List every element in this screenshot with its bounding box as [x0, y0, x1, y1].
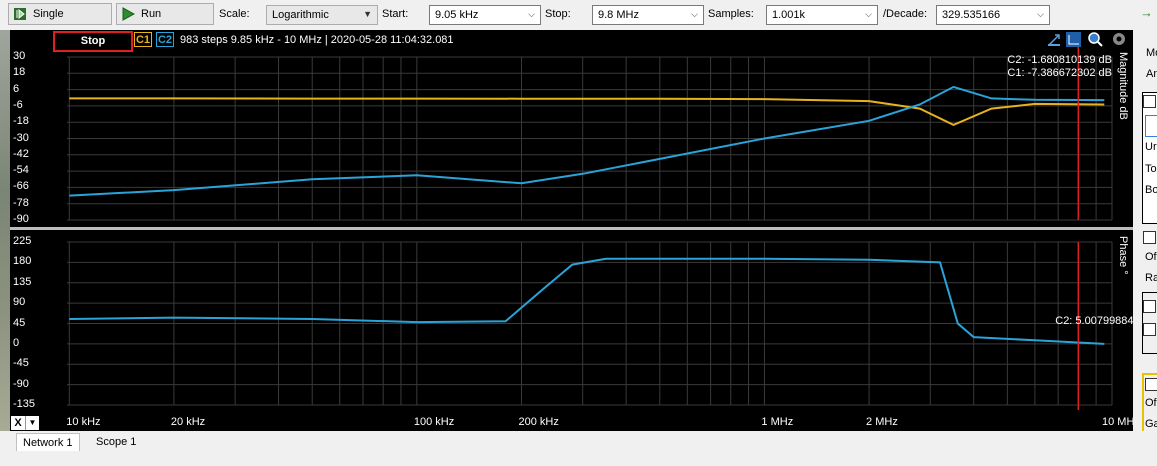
phase-axis-title: Phase °	[1117, 236, 1129, 275]
mag-y-tick-label: -18	[13, 115, 29, 128]
chevron-down-icon: ⌵	[1037, 9, 1044, 19]
stop-value: 9.8 MHz	[598, 9, 639, 21]
phase-y-tick-label: 90	[13, 296, 26, 309]
decade-input[interactable]: 329.535166 ⌵	[936, 5, 1050, 25]
x-tick-label: 2 MHz	[866, 416, 898, 428]
c1-magnitude-readout: C1: -7.386672302 dB	[1007, 67, 1112, 79]
single-button[interactable]: Single	[8, 3, 112, 25]
phase-y-tick-label: -45	[13, 357, 29, 370]
phase-trace-c2	[69, 257, 1105, 345]
mag-y-tick-label: -90	[13, 213, 29, 225]
stop-input[interactable]: 9.8 MHz ⌵	[592, 5, 704, 25]
x-axis-button[interactable]: X ▼	[11, 416, 39, 431]
magnitude-trace-c1	[69, 97, 1105, 126]
panel-item-of: Of	[1145, 251, 1157, 263]
samples-input[interactable]: 1.001k ⌵	[766, 5, 878, 25]
panel-selected-field[interactable]	[1145, 115, 1157, 137]
magnitude-trace-c2	[69, 85, 1105, 197]
mag-y-tick-label: 18	[13, 66, 26, 79]
samples-label: Samples:	[708, 8, 754, 20]
tab-scope-1[interactable]: Scope 1	[90, 433, 142, 451]
plot-divider	[10, 227, 1133, 230]
background-strip	[0, 30, 10, 431]
scale-value: Logarithmic	[272, 9, 329, 21]
panel-item-mo: Mo	[1146, 47, 1157, 59]
c2-magnitude-readout: C2: -1.680810139 dB	[1007, 54, 1112, 66]
mag-y-tick-label: -78	[13, 196, 29, 209]
magnitude-axis-title: Magnitude dB	[1117, 52, 1129, 120]
mag-y-tick-label: 30	[13, 50, 26, 62]
stop-label: Stop:	[545, 8, 571, 20]
chevron-down-icon: ⌵	[528, 9, 535, 19]
start-input[interactable]: 9.05 kHz ⌵	[429, 5, 541, 25]
panel-group-box	[1142, 92, 1157, 224]
scale-select[interactable]: Logarithmic ▼	[266, 5, 378, 25]
single-step-icon	[14, 8, 26, 20]
start-label: Start:	[382, 8, 409, 20]
panel-item-ra: Ra	[1145, 272, 1157, 284]
mag-y-tick-label: -54	[13, 164, 29, 177]
panel-item-bo: Bo	[1145, 184, 1157, 196]
panel-checkbox[interactable]	[1143, 95, 1156, 108]
arrow-right-icon[interactable]: →	[1140, 5, 1153, 20]
mag-y-tick-label: -30	[13, 131, 29, 144]
start-value: 9.05 kHz	[435, 9, 479, 21]
chevron-down-icon: ▼	[363, 9, 372, 19]
mag-y-tick-label: 6	[13, 82, 20, 95]
panel-item-of-2: Of	[1145, 397, 1157, 409]
tab-bar: Network 1 Scope 1	[0, 431, 1157, 466]
panel-checkbox[interactable]	[1143, 231, 1156, 244]
phase-y-tick-label: 225	[13, 235, 32, 247]
x-tick-label: 200 kHz	[518, 416, 559, 428]
phase-y-tick-label: -135	[13, 398, 36, 410]
chevron-down-icon: ▼	[25, 416, 39, 430]
x-tick-label: 1 MHz	[761, 416, 794, 428]
phase-y-tick-label: 45	[13, 316, 26, 329]
panel-item-an: An	[1146, 68, 1157, 80]
bode-chart	[10, 47, 1133, 410]
single-label: Single	[33, 8, 64, 20]
panel-checkbox[interactable]	[1143, 323, 1156, 336]
settings-panel: Mo An Ur To Bo Of Ra Of Ga	[1133, 30, 1157, 435]
play-icon	[122, 7, 135, 21]
chevron-down-icon: ⌵	[865, 9, 872, 19]
panel-item-to: To	[1145, 163, 1157, 175]
mag-y-tick-label: -6	[13, 98, 23, 111]
x-tick-label: 10 kHz	[66, 416, 101, 428]
phase-y-tick-label: 0	[13, 336, 20, 349]
phase-y-tick-label: -90	[13, 377, 29, 390]
run-button[interactable]: Run	[116, 3, 214, 25]
tab-network-1[interactable]: Network 1	[16, 433, 80, 451]
x-axis-label: X	[11, 416, 25, 430]
toolbar: Single Run Scale: Logarithmic ▼ Start: 9…	[0, 0, 1157, 30]
decade-value: 329.535166	[942, 9, 1001, 21]
mag-y-tick-label: -42	[13, 147, 29, 160]
panel-checkbox[interactable]	[1145, 378, 1157, 391]
x-tick-label: 100 kHz	[413, 416, 455, 428]
phase-y-tick-label: 135	[13, 275, 32, 288]
panel-item-ga: Ga	[1145, 418, 1157, 430]
chevron-down-icon: ⌵	[691, 9, 698, 19]
run-label: Run	[141, 8, 162, 20]
x-tick-label: 20 kHz	[170, 416, 206, 428]
scale-label: Scale:	[219, 8, 250, 20]
panel-item-ur: Ur	[1145, 141, 1157, 153]
samples-value: 1.001k	[772, 9, 806, 21]
mag-y-tick-label: -66	[13, 180, 29, 193]
phase-y-tick-label: 180	[13, 255, 32, 268]
c2-phase-readout: C2: 5.00799884 °	[1055, 315, 1141, 327]
panel-checkbox[interactable]	[1143, 300, 1156, 313]
decade-label: /Decade:	[883, 8, 928, 20]
